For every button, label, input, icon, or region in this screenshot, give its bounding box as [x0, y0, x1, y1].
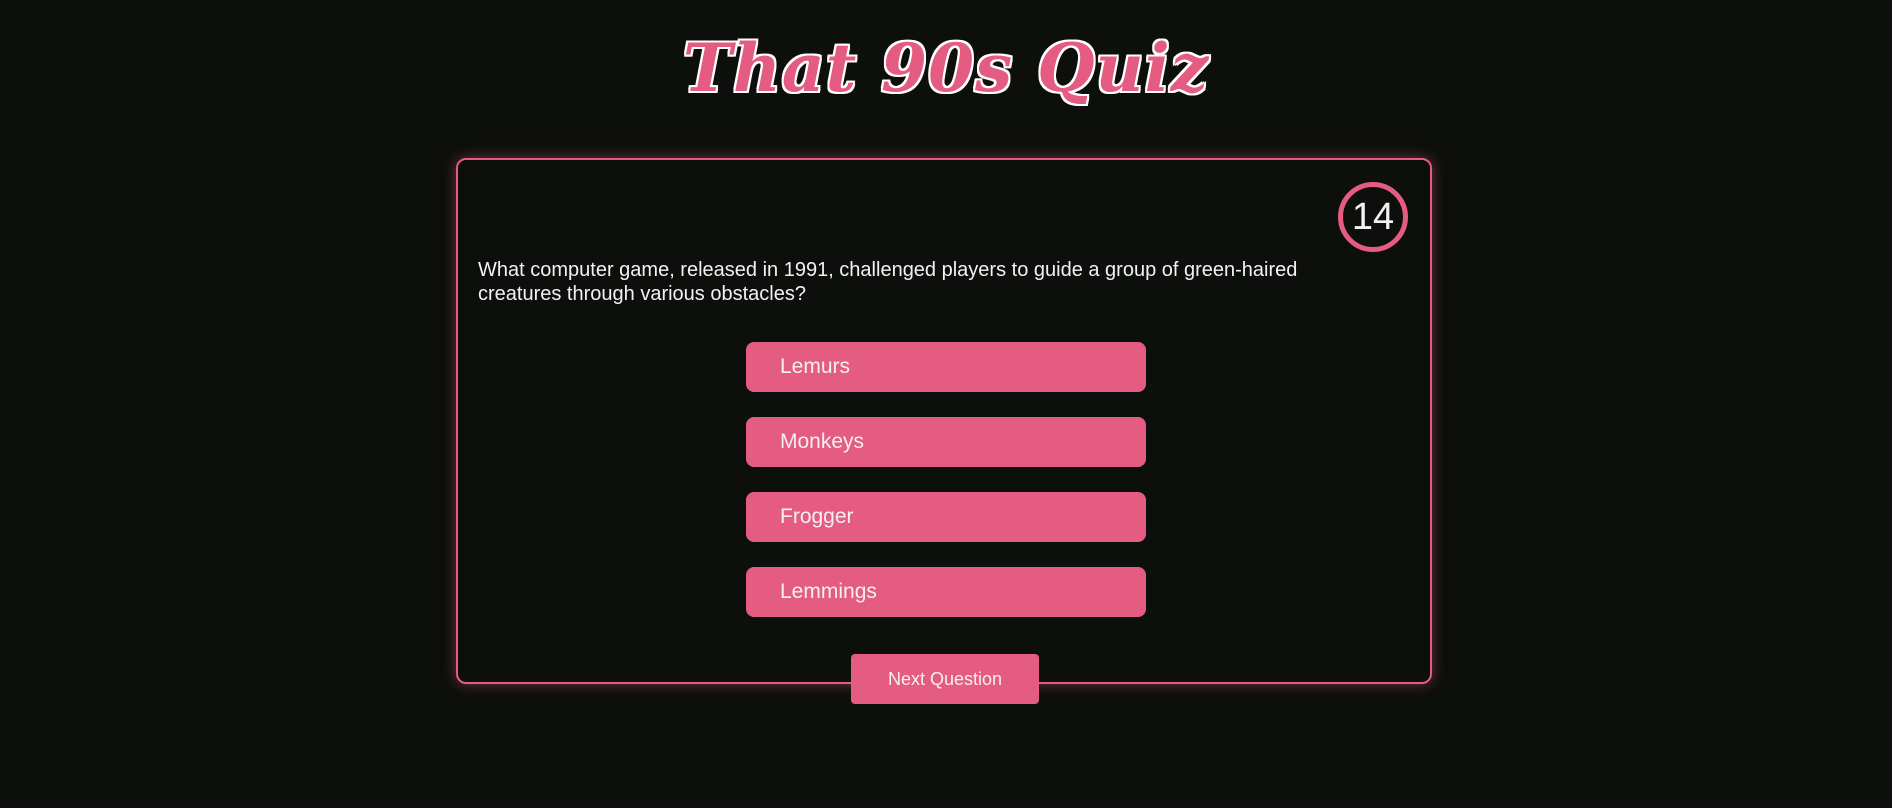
quiz-page: That 90s Quiz 14 What computer game, rel…: [0, 0, 1892, 808]
answer-option-3[interactable]: Frogger: [746, 492, 1146, 542]
next-question-button[interactable]: Next Question: [851, 654, 1039, 704]
question-text: What computer game, released in 1991, ch…: [478, 259, 1298, 305]
answer-option-2[interactable]: Monkeys: [746, 417, 1146, 467]
answer-option-1[interactable]: Lemurs: [746, 342, 1146, 392]
page-title: That 90s Quiz: [682, 29, 1210, 107]
answer-option-4[interactable]: Lemmings: [746, 567, 1146, 617]
question-card: 14 What computer game, released in 1991,…: [456, 158, 1432, 684]
countdown-timer: 14: [1338, 182, 1408, 252]
answer-list: Lemurs Monkeys Frogger Lemmings: [746, 342, 1146, 642]
